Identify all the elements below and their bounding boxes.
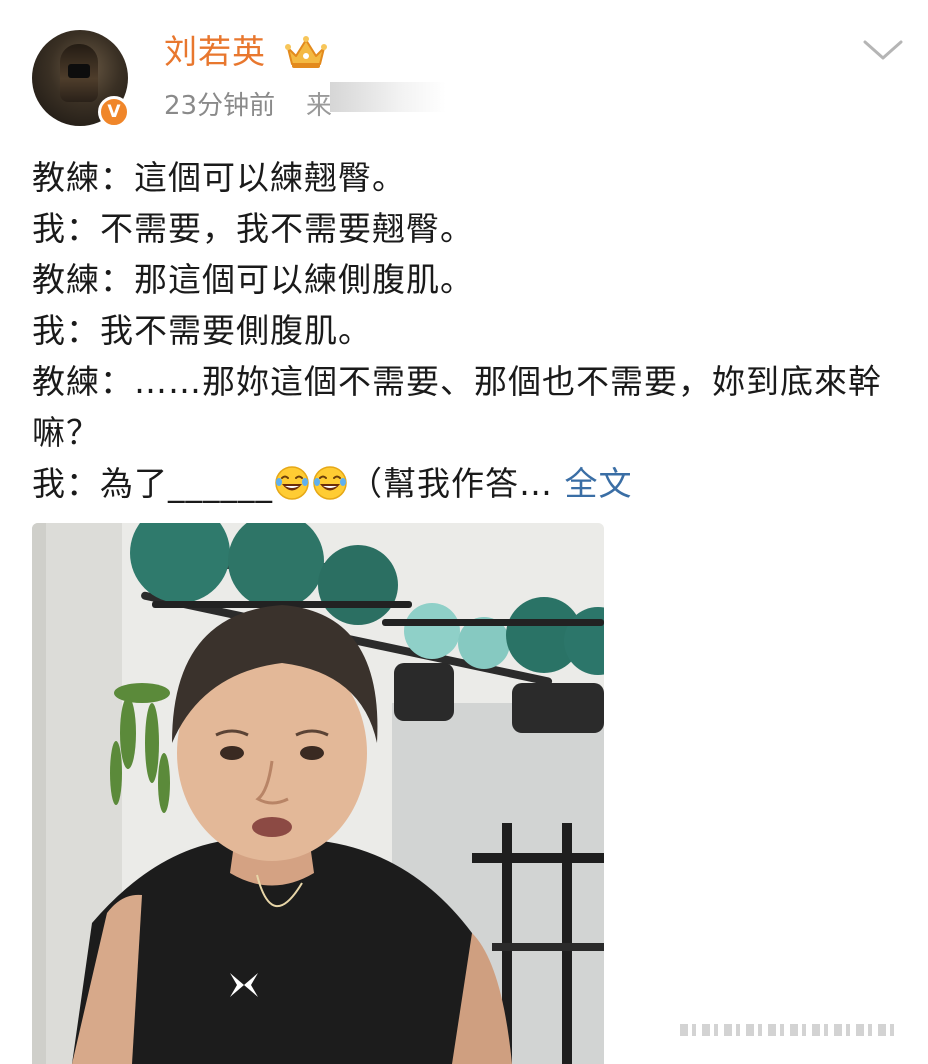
post-line-prefix: 我：為了______ xyxy=(32,464,273,503)
camera-icon xyxy=(68,64,90,78)
gym-scene xyxy=(32,523,604,1064)
crown-icon xyxy=(285,36,327,68)
laughing-tears-emoji xyxy=(313,466,347,500)
verified-badge: V xyxy=(98,96,130,128)
post-line: 我：我不需要側腹肌。 xyxy=(32,311,372,350)
post-photo[interactable] xyxy=(32,523,604,1064)
post-line: 教練：那這個可以練側腹肌。 xyxy=(32,260,474,299)
laughing-tears-emoji xyxy=(275,466,309,500)
post-line-last: 我：為了______ （幫我作答… 全文 xyxy=(32,458,902,509)
full-text-link[interactable]: 全文 xyxy=(565,464,633,503)
chevron-down-icon[interactable] xyxy=(862,36,904,64)
author-name[interactable]: 刘若英 xyxy=(164,30,266,74)
post-body: 教練：這個可以練翹臀。 我：不需要，我不需要翹臀。 教練：那這個可以練側腹肌。 … xyxy=(32,152,902,509)
post-line-suffix: （幫我作答… xyxy=(349,464,553,503)
post-source[interactable]: 来 xyxy=(306,86,332,126)
post-line: 我：不需要，我不需要翹臀。 xyxy=(32,209,474,248)
post-line: 教練：……那妳這個不需要、那個也不需要，妳到底來幹嘛？ xyxy=(32,362,882,452)
post-line: 教練：這個可以練翹臀。 xyxy=(32,158,406,197)
post-timestamp: 23分钟前 xyxy=(164,91,276,121)
watermark-bars xyxy=(680,1024,894,1036)
source-redaction xyxy=(330,82,446,112)
